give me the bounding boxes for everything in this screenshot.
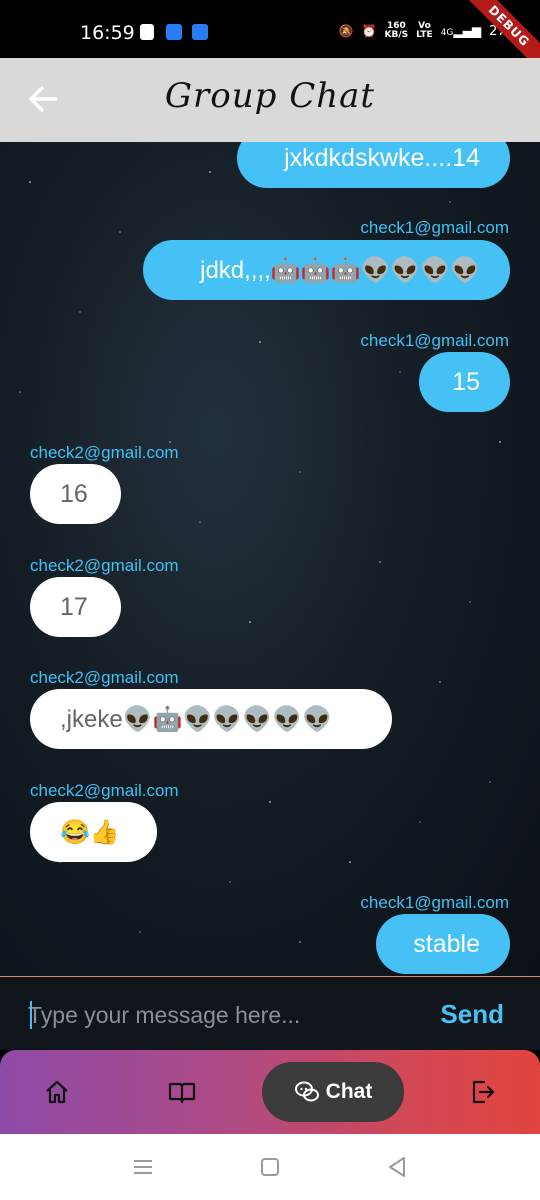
home-icon	[46, 1080, 68, 1104]
home-system-button[interactable]	[257, 1154, 283, 1180]
message-sender: check2@gmail.com	[30, 443, 179, 462]
send-button[interactable]: Send	[440, 999, 504, 1030]
square-icon	[261, 1158, 279, 1176]
recents-button[interactable]	[130, 1154, 156, 1180]
message-sender: check2@gmail.com	[30, 556, 179, 575]
nav-chat-label: Chat	[325, 1080, 373, 1103]
network-speed: 160 KB/S	[385, 22, 409, 40]
speed-unit: KB/S	[384, 30, 409, 40]
app-bar: Group Chat	[0, 58, 540, 142]
text-cursor	[30, 1001, 32, 1029]
mute-icon: 🔕	[338, 24, 354, 38]
volte-bottom: LTE	[416, 30, 433, 40]
chat-area[interactable]: jxkdkdskwke....14 check1@gmail.com jdkd,…	[0, 142, 540, 978]
status-time: 16:59	[80, 22, 135, 44]
message-bubble-outgoing[interactable]: jdkd,,,,🤖🤖🤖👽👽👽👽	[143, 240, 510, 300]
triangle-back-icon	[389, 1157, 405, 1177]
book-icon	[168, 1082, 196, 1104]
back-system-button[interactable]	[384, 1154, 410, 1180]
status-indicators: 🔕 ⏰ 160 KB/S Vo LTE 4G▂▄▆ 27%	[339, 22, 518, 40]
system-navigation	[0, 1134, 540, 1200]
menu-icon	[134, 1160, 152, 1174]
bottom-navigation: Chat	[0, 1050, 540, 1134]
message-bubble-incoming[interactable]: 17	[30, 577, 121, 637]
signal-icon: 4G▂▄▆	[440, 24, 482, 38]
volte-indicator: Vo LTE	[416, 22, 433, 40]
nav-home[interactable]	[39, 1074, 75, 1110]
usb-icon	[192, 24, 208, 40]
message-input[interactable]	[28, 995, 408, 1035]
chat-icon	[294, 1081, 319, 1102]
message-text: jdkd,,,,🤖🤖🤖👽👽👽👽	[200, 256, 480, 284]
message-sender: check2@gmail.com	[30, 668, 179, 687]
message-sender: check2@gmail.com	[30, 781, 179, 800]
message-text: 15	[452, 367, 480, 396]
message-bubble-incoming[interactable]: 😂👍	[30, 802, 157, 862]
message-bubble-outgoing[interactable]: jxkdkdskwke....14	[237, 142, 510, 188]
notification-icon	[140, 24, 154, 40]
message-text: 😂👍	[60, 818, 120, 846]
message-sender: check1@gmail.com	[360, 218, 509, 237]
nav-logout[interactable]	[465, 1074, 501, 1110]
message-text: 17	[60, 592, 88, 621]
message-composer: Send	[0, 977, 540, 1050]
message-text: jxkdkdskwke....14	[284, 143, 480, 172]
message-bubble-incoming[interactable]: 16	[30, 464, 121, 524]
logout-icon	[472, 1080, 495, 1104]
message-text: ,jkeke👽🤖👽👽👽👽👽	[60, 705, 332, 733]
nav-chat[interactable]: Chat	[262, 1062, 404, 1122]
message-text: 16	[60, 479, 88, 508]
nav-book[interactable]	[164, 1074, 200, 1110]
message-bubble-outgoing[interactable]: stable	[376, 914, 510, 974]
alarm-icon: ⏰	[361, 24, 377, 38]
message-bubble-incoming[interactable]: ,jkeke👽🤖👽👽👽👽👽	[30, 689, 392, 749]
android-icon	[166, 24, 182, 40]
page-title: Group Chat	[164, 76, 376, 116]
message-bubble-outgoing[interactable]: 15	[419, 352, 510, 412]
message-sender: check1@gmail.com	[360, 893, 509, 912]
message-sender: check1@gmail.com	[360, 331, 509, 350]
signal-label: 4G	[440, 28, 454, 38]
status-bar: 16:59 🔕 ⏰ 160 KB/S Vo LTE 4G▂▄▆ 27% DEBU…	[0, 0, 540, 80]
message-text: stable	[413, 929, 480, 958]
